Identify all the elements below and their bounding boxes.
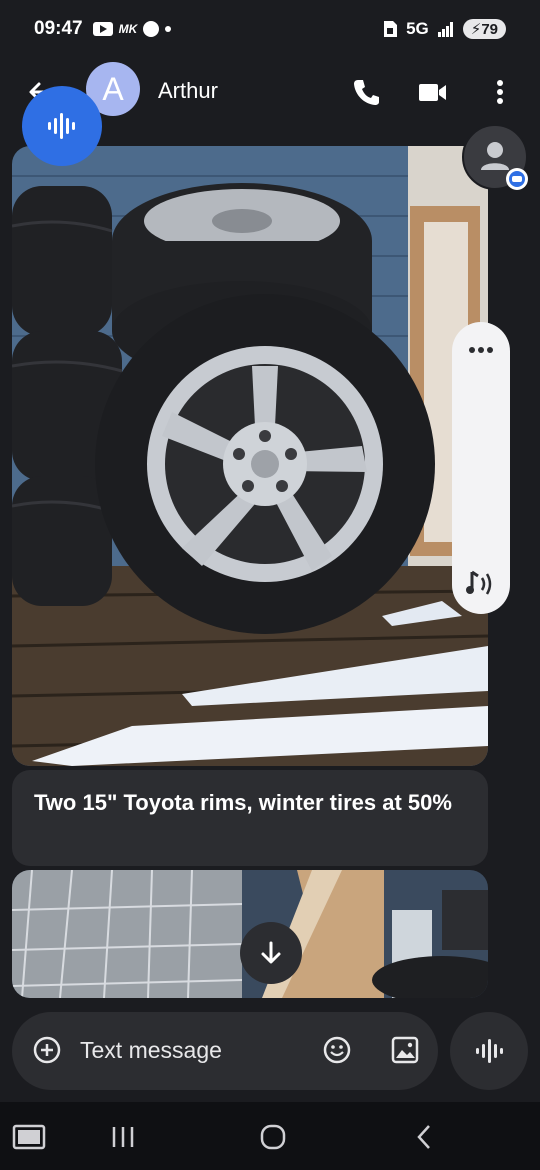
phone-icon[interactable]: [350, 76, 382, 108]
mk-label: MK: [118, 22, 138, 36]
arrow-down-icon: [261, 941, 281, 964]
text-message[interactable]: Two 15" Toyota rims, winter tires at 50%: [12, 770, 488, 866]
image-message-tires[interactable]: [12, 146, 488, 766]
voice-wave-icon: [48, 113, 75, 139]
chat-badge-icon: [506, 168, 528, 190]
status-time: 09:47: [34, 18, 83, 39]
emoji-icon[interactable]: [322, 1035, 352, 1065]
screenshot-toggle-icon[interactable]: [12, 1122, 46, 1152]
sim-icon: [384, 21, 398, 37]
more-horiz-icon[interactable]: [467, 340, 495, 360]
youtube-icon: [92, 22, 113, 36]
voice-assistant-button[interactable]: [22, 86, 102, 166]
scroll-to-bottom-button[interactable]: [240, 922, 302, 984]
news-icon: [143, 21, 160, 37]
notification-icons: MK: [92, 21, 172, 37]
battery-indicator: ⚡79: [462, 19, 506, 39]
system-icons: 5G ⚡79: [382, 19, 506, 39]
music-note-icon[interactable]: [464, 568, 498, 600]
contact-name[interactable]: Arthur: [158, 78, 218, 104]
edge-media-panel[interactable]: [452, 322, 510, 614]
image-icon[interactable]: [390, 1035, 420, 1065]
recents-icon[interactable]: [106, 1122, 140, 1152]
status-bar: 09:47 MK 5G ⚡79: [0, 0, 540, 58]
home-icon[interactable]: [256, 1122, 290, 1152]
more-notifications-dot-icon: [165, 26, 172, 32]
voice-message-button[interactable]: [450, 1012, 528, 1090]
tire-photo: [12, 146, 488, 766]
message-input[interactable]: Text message: [80, 1037, 222, 1064]
chevron-left-icon[interactable]: [408, 1122, 442, 1152]
video-icon[interactable]: [416, 76, 448, 108]
avatar-letter: A: [102, 70, 124, 107]
system-navigation-bar: [0, 1102, 540, 1170]
voice-wave-icon: [476, 1039, 503, 1063]
more-vert-icon[interactable]: [484, 76, 516, 108]
add-circle-icon[interactable]: [32, 1035, 62, 1065]
message-composer[interactable]: Text message: [12, 1012, 438, 1090]
battery-level: 79: [481, 21, 498, 38]
signal-icon: [437, 22, 453, 37]
network-type: 5G: [406, 19, 429, 38]
